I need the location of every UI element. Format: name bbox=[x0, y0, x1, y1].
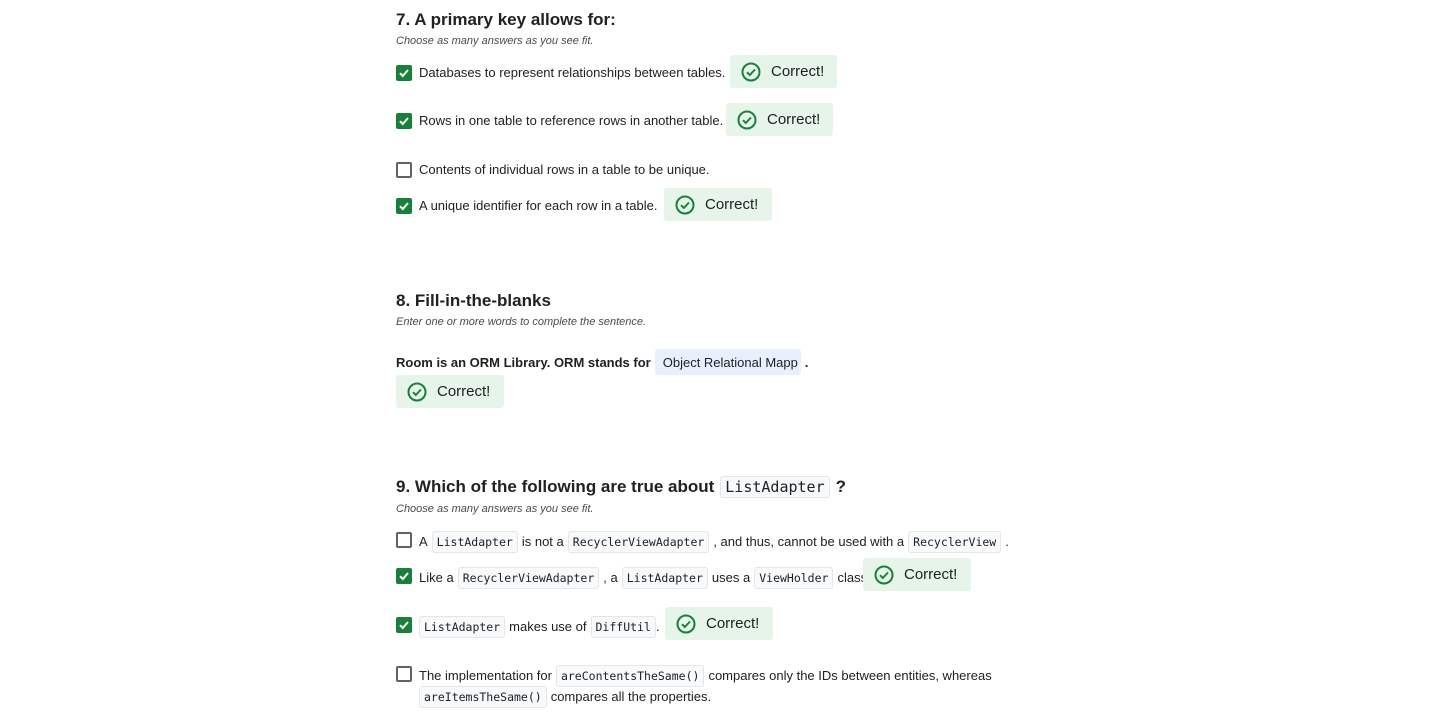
q7-option-1-label[interactable]: Databases to represent relationships bet… bbox=[419, 64, 725, 82]
inline-code: areContentsTheSame() bbox=[555, 665, 705, 687]
option-text: uses a bbox=[711, 570, 751, 585]
inline-code: RecyclerViewAdapter bbox=[457, 567, 600, 589]
question-8-subtitle: Enter one or more words to complete the … bbox=[396, 316, 647, 328]
inline-code: ListAdapter bbox=[419, 616, 506, 638]
feedback-label: Correct! bbox=[706, 615, 760, 632]
feedback-label: Correct! bbox=[437, 383, 491, 400]
option-text: makes use of bbox=[509, 619, 587, 634]
q8-sentence-suffix: . bbox=[804, 354, 809, 370]
check-circle-icon bbox=[676, 614, 696, 634]
question-9-title-prefix: 9. Which of the following are true about bbox=[396, 477, 715, 496]
q7-option-1-feedback: Correct! bbox=[730, 55, 837, 88]
check-circle-icon bbox=[675, 195, 695, 215]
check-circle-icon bbox=[874, 565, 894, 585]
option-text: Like a bbox=[419, 570, 454, 585]
q7-option-4-label[interactable]: A unique identifier for each row in a ta… bbox=[419, 197, 657, 215]
q9-option-4-checkbox[interactable] bbox=[396, 666, 412, 682]
q9-option-3-checkbox[interactable] bbox=[396, 617, 412, 633]
option-text: , a bbox=[603, 570, 618, 585]
feedback-label: Correct! bbox=[904, 566, 958, 583]
inline-code: areItemsTheSame() bbox=[419, 686, 547, 708]
option-text: . bbox=[1005, 534, 1009, 549]
inline-code: ViewHolder bbox=[754, 567, 834, 589]
q9-option-2-feedback: Correct! bbox=[863, 558, 971, 591]
feedback-label: Correct! bbox=[705, 196, 759, 213]
q7-option-4-checkbox[interactable] bbox=[396, 198, 412, 214]
q8-sentence-prefix: Room is an ORM Library. ORM stands for bbox=[396, 354, 651, 370]
inline-code: ListAdapter bbox=[431, 531, 518, 553]
question-7-subtitle: Choose as many answers as you see fit. bbox=[396, 35, 594, 47]
q7-option-3-label[interactable]: Contents of individual rows in a table t… bbox=[419, 161, 710, 179]
inline-code: RecyclerView bbox=[908, 531, 1002, 553]
option-text: The implementation for bbox=[419, 668, 552, 683]
question-9-title-suffix: ? bbox=[835, 477, 847, 496]
q9-option-1-label[interactable]: A ListAdapter is not a RecyclerViewAdapt… bbox=[419, 531, 1009, 553]
q9-option-4-label-line1[interactable]: The implementation for areContentsTheSam… bbox=[419, 665, 992, 687]
q8-sentence: Room is an ORM Library. ORM stands for O… bbox=[396, 349, 808, 375]
q7-option-3-checkbox[interactable] bbox=[396, 162, 412, 178]
q9-option-3-feedback: Correct! bbox=[665, 607, 773, 640]
q9-option-4-label-line2[interactable]: areItemsTheSame() compares all the prope… bbox=[419, 686, 711, 708]
option-text: compares all the properties. bbox=[550, 689, 712, 704]
q9-option-2-label[interactable]: Like a RecyclerViewAdapter , a ListAdapt… bbox=[419, 567, 871, 589]
feedback-label: Correct! bbox=[767, 111, 821, 128]
question-9-title: 9. Which of the following are true about… bbox=[396, 476, 846, 498]
option-text: is not a bbox=[521, 534, 564, 549]
q8-answer-input[interactable]: Object Relational Mapp bbox=[654, 349, 801, 375]
option-text: , and thus, cannot be used with a bbox=[713, 534, 905, 549]
question-9-title-code: ListAdapter bbox=[720, 476, 830, 498]
inline-code: RecyclerViewAdapter bbox=[567, 531, 710, 553]
q7-option-2-label[interactable]: Rows in one table to reference rows in a… bbox=[419, 112, 723, 130]
q7-option-2-checkbox[interactable] bbox=[396, 113, 412, 129]
option-text: . bbox=[655, 619, 660, 634]
q7-option-4-feedback: Correct! bbox=[664, 188, 772, 221]
q7-option-1-checkbox[interactable] bbox=[396, 65, 412, 81]
option-text: compares only the IDs between entities, … bbox=[708, 668, 992, 683]
feedback-label: Correct! bbox=[771, 63, 825, 80]
inline-code: ListAdapter bbox=[621, 567, 708, 589]
option-text: A bbox=[419, 534, 428, 549]
inline-code: DiffUtil bbox=[590, 616, 656, 638]
q7-option-2-feedback: Correct! bbox=[726, 103, 833, 136]
q8-feedback: Correct! bbox=[396, 375, 504, 408]
q9-option-2-checkbox[interactable] bbox=[396, 568, 412, 584]
check-circle-icon bbox=[737, 110, 757, 130]
question-9-subtitle: Choose as many answers as you see fit. bbox=[396, 503, 594, 515]
question-7-title: 7. A primary key allows for: bbox=[396, 10, 616, 29]
q9-option-1-checkbox[interactable] bbox=[396, 532, 412, 548]
question-8-title: 8. Fill-in-the-blanks bbox=[396, 291, 551, 310]
check-circle-icon bbox=[741, 62, 761, 82]
check-circle-icon bbox=[407, 382, 427, 402]
q9-option-3-label[interactable]: ListAdapter makes use of DiffUtil . bbox=[419, 616, 660, 638]
